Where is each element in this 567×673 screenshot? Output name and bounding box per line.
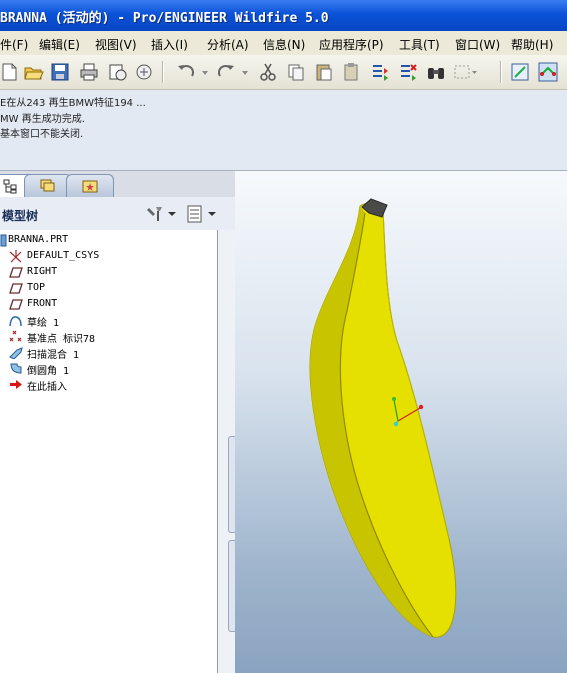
layer-tab-icon [40,179,55,192]
tab-favorites[interactable] [66,174,114,197]
tree-item-label: 扫描混合 1 [27,350,80,361]
tab-layers[interactable] [24,174,72,197]
redo-icon[interactable] [216,62,236,82]
print-icon[interactable] [79,62,99,82]
menu-analysis[interactable]: 分析(A) [207,36,249,53]
toolbar-separator [500,61,502,83]
menu-help[interactable]: 帮助(H) [511,36,553,53]
select-box-icon[interactable] [452,62,478,82]
tree-item-label: BRANNA.PRT [8,234,69,245]
sketch-icon [9,316,22,327]
tree-item-label: 基准点 标识78 [27,334,96,345]
menu-bar: 件(F) 编辑(E) 视图(V) 插入(I) 分析(A) 信息(N) 应用程序(… [0,31,567,56]
tree-item-label: TOP [27,282,46,293]
menu-view[interactable]: 视图(V) [95,36,137,53]
toolbar [0,55,567,90]
tree-item-label: 倒圆角 1 [27,366,70,377]
tree-item-label: 在此插入 [27,382,67,393]
send-icon[interactable] [107,62,127,82]
model-tree: BRANNA.PRT DEFAULT_CSYS RIGHT TOP FRONT … [0,230,218,673]
datum-point-icon [9,330,22,342]
insert-here-arrow-icon [10,380,22,389]
banana-model[interactable] [235,171,567,673]
tree-settings-icon[interactable] [146,205,166,223]
message-line: E在从243 再生BMW特征194 ... [0,98,146,109]
copy-icon[interactable] [286,62,306,82]
paste-special-icon[interactable] [342,62,362,82]
chevron-down-icon[interactable] [207,209,217,219]
datum-plane-icon [9,283,23,294]
model-tree-title: 模型树 [2,209,39,223]
model-tree-toggle-icon[interactable] [510,62,530,82]
menu-edit[interactable]: 编辑(E) [39,36,80,53]
mail-icon[interactable] [134,62,154,82]
tree-item-label: RIGHT [27,266,58,277]
regenerate-icon[interactable] [370,62,390,82]
redo-dropdown-icon[interactable] [240,62,250,82]
undo-dropdown-icon[interactable] [200,62,210,82]
window-title: BRANNA (活动的) - Pro/ENGINEER Wildfire 5.0 [0,11,329,26]
paste-icon[interactable] [314,62,334,82]
toolbar-separator [162,61,164,83]
save-icon[interactable] [50,62,70,82]
graphics-viewport[interactable] [235,171,567,673]
menu-applications[interactable]: 应用程序(P) [319,36,384,53]
chevron-down-icon[interactable] [167,209,177,219]
message-line: 基本窗口不能关闭. [0,129,84,140]
navigator-header: 模型树 [0,197,235,231]
round-icon [10,363,22,374]
tree-columns-icon[interactable] [186,205,204,223]
regen-manager-icon[interactable] [398,62,418,82]
open-icon[interactable] [24,62,44,82]
datum-plane-icon [9,267,23,278]
menu-insert[interactable]: 插入(I) [151,36,188,53]
csys-icon [9,250,22,263]
title-bar: BRANNA (活动的) - Pro/ENGINEER Wildfire 5.0 [0,0,567,31]
datum-plane-icon [9,299,23,310]
message-line: MW 再生成功完成. [0,114,85,125]
model-tree-tab-icon [3,179,17,194]
swept-blend-icon [9,347,23,359]
menu-tools[interactable]: 工具(T) [399,36,440,53]
message-area: E在从243 再生BMW特征194 ... MW 再生成功完成. 基本窗口不能关… [0,90,567,171]
tree-item-label: FRONT [27,298,58,309]
datum-toggle-icon[interactable] [538,62,558,82]
navigator-tabs [0,171,235,197]
tree-item-label: 草绘 1 [27,318,60,329]
find-icon[interactable] [426,62,446,82]
cut-icon[interactable] [258,62,278,82]
menu-file[interactable]: 件(F) [0,36,28,53]
undo-icon[interactable] [176,62,196,82]
menu-window[interactable]: 窗口(W) [455,36,500,53]
menu-info[interactable]: 信息(N) [263,36,305,53]
new-icon[interactable] [0,62,20,82]
favorites-tab-icon [82,180,98,193]
tree-item-label: DEFAULT_CSYS [27,250,100,261]
